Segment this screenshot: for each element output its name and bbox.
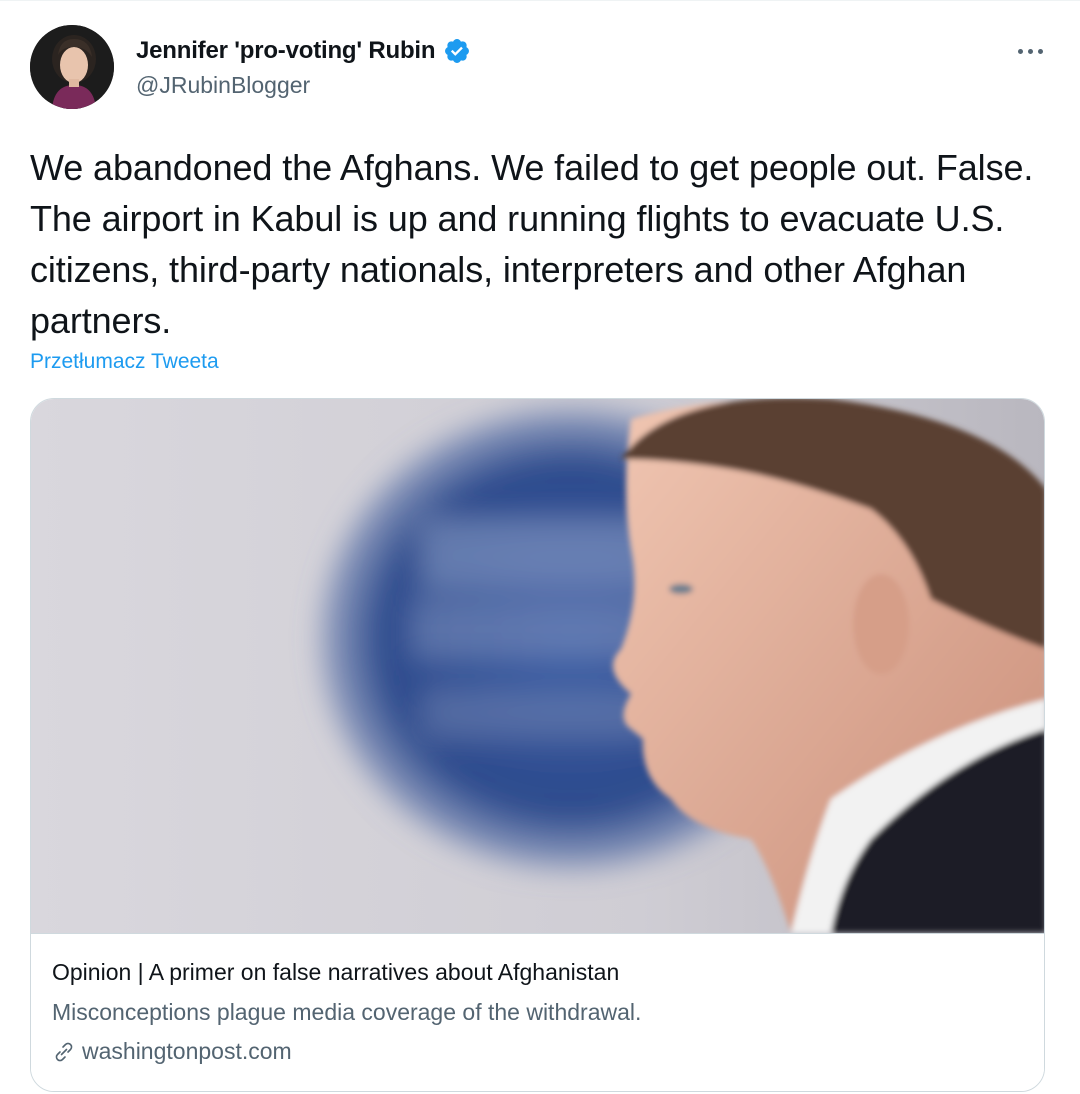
link-icon <box>55 1042 73 1061</box>
card-domain: washingtonpost.com <box>52 1038 292 1065</box>
author-avatar[interactable] <box>30 25 114 109</box>
card-domain-text: washingtonpost.com <box>82 1038 292 1064</box>
more-horizontal-icon <box>1037 48 1043 54</box>
more-horizontal-icon <box>1027 48 1033 54</box>
link-preview-card[interactable]: Opinion | A primer on false narratives a… <box>30 398 1045 1092</box>
translate-tweet-link[interactable]: Przetłumacz Tweeta <box>30 350 219 374</box>
card-title: Opinion | A primer on false narratives a… <box>52 959 620 985</box>
more-horizontal-icon <box>1017 48 1023 54</box>
card-image <box>31 399 1044 933</box>
verified-badge-icon <box>445 39 470 63</box>
author-name: Jennifer 'pro-voting' Rubin <box>136 37 436 64</box>
author-name-link[interactable]: Jennifer 'pro-voting' Rubin <box>136 37 471 65</box>
tweet-text: We abandoned the Afghans. We failed to g… <box>30 147 1034 341</box>
author-handle[interactable]: @JRubinBlogger <box>136 72 310 99</box>
more-options-button[interactable] <box>1010 39 1050 63</box>
avatar-image <box>30 25 114 109</box>
card-description: Misconceptions plague media coverage of … <box>52 999 642 1025</box>
tweet-container: Jennifer 'pro-voting' Rubin @JRubinBlogg… <box>0 0 1080 1094</box>
card-info: Opinion | A primer on false narratives a… <box>31 933 1044 1091</box>
